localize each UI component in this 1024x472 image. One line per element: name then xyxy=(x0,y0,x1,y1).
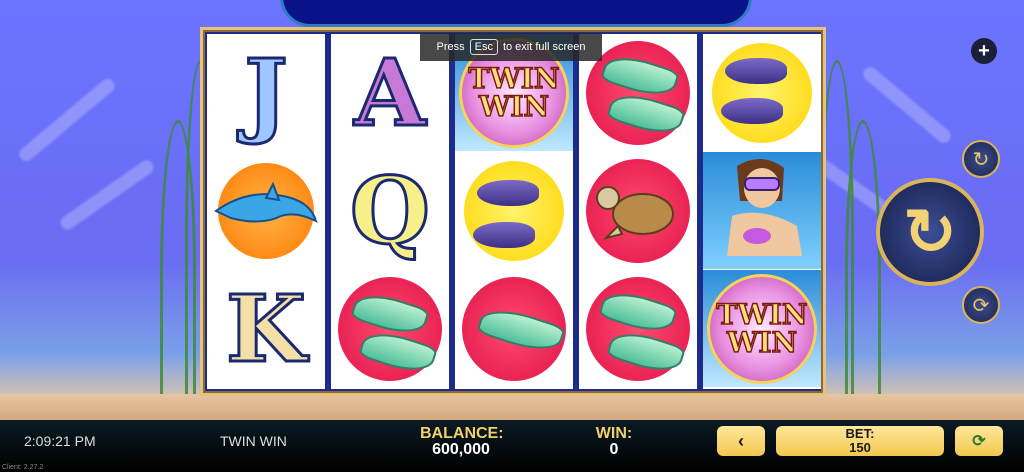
win-label: WIN: xyxy=(595,425,633,442)
reel-5: TWIN WIN xyxy=(703,34,821,389)
tooltip-prefix: Press xyxy=(436,41,465,53)
reel-3: TWIN WIN xyxy=(455,34,573,389)
symbol-diver xyxy=(703,152,821,269)
dolphin-icon xyxy=(214,181,318,223)
tooltip-suffix: to exit full screen xyxy=(502,41,586,53)
status-bar: 2:09:21 PM TWIN WIN BALANCE: 600,000 WIN… xyxy=(0,420,1024,472)
diver-icon xyxy=(727,158,802,256)
fullscreen-tooltip: Press Esc to exit full screen xyxy=(420,33,602,61)
refresh-icon: ⟳ xyxy=(972,433,986,450)
symbol-manta-ray xyxy=(455,270,573,387)
turtle-icon xyxy=(596,185,674,240)
light-ray xyxy=(57,157,157,233)
symbol-q: Q xyxy=(348,156,431,265)
spin-arrow-icon: ↻ xyxy=(903,195,957,268)
menu-plus-button[interactable]: + xyxy=(971,38,997,64)
esc-key-label: Esc xyxy=(469,39,498,55)
light-ray xyxy=(860,64,954,146)
seaweed xyxy=(845,120,881,423)
client-version: Client: 2.27.2 xyxy=(2,464,44,471)
symbol-seal xyxy=(455,152,573,269)
reel-2: A Q xyxy=(331,34,449,389)
top-banner xyxy=(280,0,752,27)
bet-value: 150 xyxy=(849,440,871,455)
reel-1: J K xyxy=(207,34,325,389)
chevron-left-icon: ‹ xyxy=(738,430,744,451)
clock-time: 2:09:21 PM xyxy=(24,433,96,449)
light-ray xyxy=(16,76,118,164)
symbol-manta-ray xyxy=(331,270,449,387)
symbol-manta-ray xyxy=(579,270,697,387)
seal-icon xyxy=(725,58,787,84)
win-display: WIN: 0 xyxy=(588,426,640,458)
symbol-k: K xyxy=(225,274,308,383)
balance-label: BALANCE: xyxy=(420,425,504,442)
plus-icon: + xyxy=(978,39,990,62)
sand-floor xyxy=(0,394,1024,420)
symbol-turtle xyxy=(579,152,697,269)
symbol-j: J xyxy=(243,38,289,147)
seal-icon xyxy=(473,222,535,248)
seal-icon xyxy=(477,180,539,206)
reel-frame: J K A Q TWIN WIN TWIN WIN xyxy=(203,30,823,393)
seal-icon xyxy=(721,98,783,124)
symbol-seal xyxy=(703,34,821,151)
bet-decrease-button[interactable]: ‹ xyxy=(717,426,765,456)
turbo-icon: ⟳ xyxy=(972,294,990,317)
bet-display[interactable]: BET: 150 xyxy=(776,426,944,456)
bet-label: BET: xyxy=(845,426,875,441)
win-value: 0 xyxy=(609,441,619,458)
turbo-button[interactable]: ⟳ xyxy=(962,286,1000,324)
game-name: TWIN WIN xyxy=(220,433,287,449)
symbol-dolphin xyxy=(207,152,325,269)
spin-button[interactable]: ↻ xyxy=(876,178,984,286)
balance-value: 600,000 xyxy=(432,441,490,458)
autoplay-button[interactable]: ↻ xyxy=(962,140,1000,178)
balance-display: BALANCE: 600,000 xyxy=(420,425,504,458)
reel-4 xyxy=(579,34,697,389)
symbol-twin-win: TWIN WIN xyxy=(703,270,821,387)
bet-increase-button[interactable]: ⟳ xyxy=(955,426,1003,456)
autoplay-icon: ↻ xyxy=(972,148,990,171)
twin-win-logo-icon: TWIN WIN xyxy=(707,273,817,384)
